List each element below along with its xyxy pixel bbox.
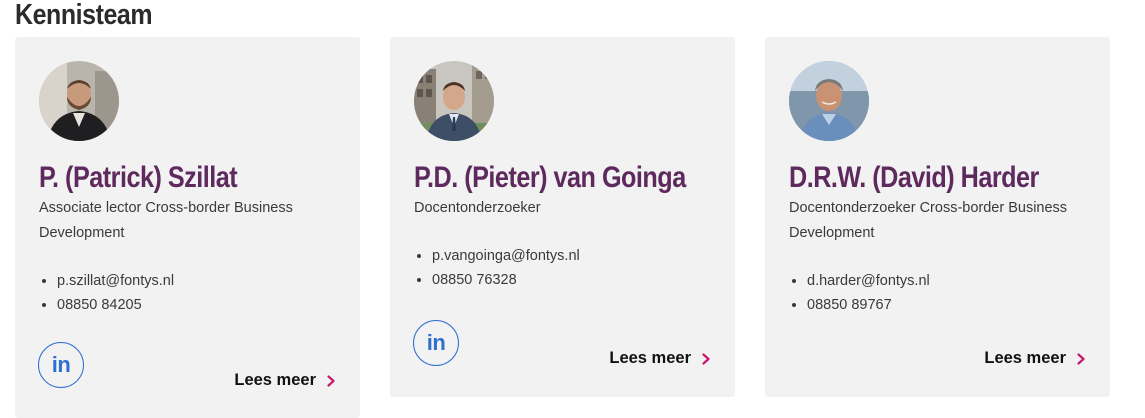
phone-number[interactable]: 08850 84205 xyxy=(57,293,174,317)
email-link[interactable]: d.harder@fontys.nl xyxy=(807,269,930,293)
read-more-label: Lees meer xyxy=(984,349,1066,367)
person-name: D.R.W. (David) Harder xyxy=(789,161,1039,194)
avatar xyxy=(414,61,494,141)
email-link[interactable]: p.szillat@fontys.nl xyxy=(57,269,174,293)
linkedin-icon: in xyxy=(426,330,446,355)
linkedin-button[interactable]: in xyxy=(38,342,84,388)
contact-list: d.harder@fontys.nl 08850 89767 xyxy=(789,269,930,317)
linkedin-icon: in xyxy=(51,352,71,377)
read-more-link[interactable]: Lees meer xyxy=(984,349,1086,368)
contact-list: p.vangoinga@fontys.nl 08850 76328 xyxy=(414,244,580,292)
person-name: P. (Patrick) Szillat xyxy=(39,161,238,194)
contact-list: p.szillat@fontys.nl 08850 84205 xyxy=(39,269,174,317)
person-card-van-goinga: P.D. (Pieter) van Goinga Docentonderzoek… xyxy=(390,37,735,397)
chevron-right-icon xyxy=(1077,352,1085,365)
person-role: Associate lector Cross-border Business D… xyxy=(39,200,293,241)
section-title: Kennisteam xyxy=(15,0,153,31)
linkedin-button[interactable]: in xyxy=(413,320,459,366)
phone-number[interactable]: 08850 76328 xyxy=(432,268,580,292)
read-more-label: Lees meer xyxy=(609,349,691,367)
person-card-harder: D.R.W. (David) Harder Docentonderzoeker … xyxy=(765,37,1110,397)
phone-number[interactable]: 08850 89767 xyxy=(807,293,930,317)
person-role: Docentonderzoeker xyxy=(414,200,541,216)
read-more-link[interactable]: Lees meer xyxy=(234,371,336,390)
read-more-label: Lees meer xyxy=(234,371,316,389)
chevron-right-icon xyxy=(702,352,710,365)
chevron-right-icon xyxy=(327,374,335,387)
person-card-szillat: P. (Patrick) Szillat Associate lector Cr… xyxy=(15,37,360,418)
read-more-link[interactable]: Lees meer xyxy=(609,349,711,368)
person-name: P.D. (Pieter) van Goinga xyxy=(414,161,686,194)
email-link[interactable]: p.vangoinga@fontys.nl xyxy=(432,244,580,268)
avatar xyxy=(39,61,119,141)
person-role: Docentonderzoeker Cross-border Business … xyxy=(789,200,1068,241)
avatar xyxy=(789,61,869,141)
